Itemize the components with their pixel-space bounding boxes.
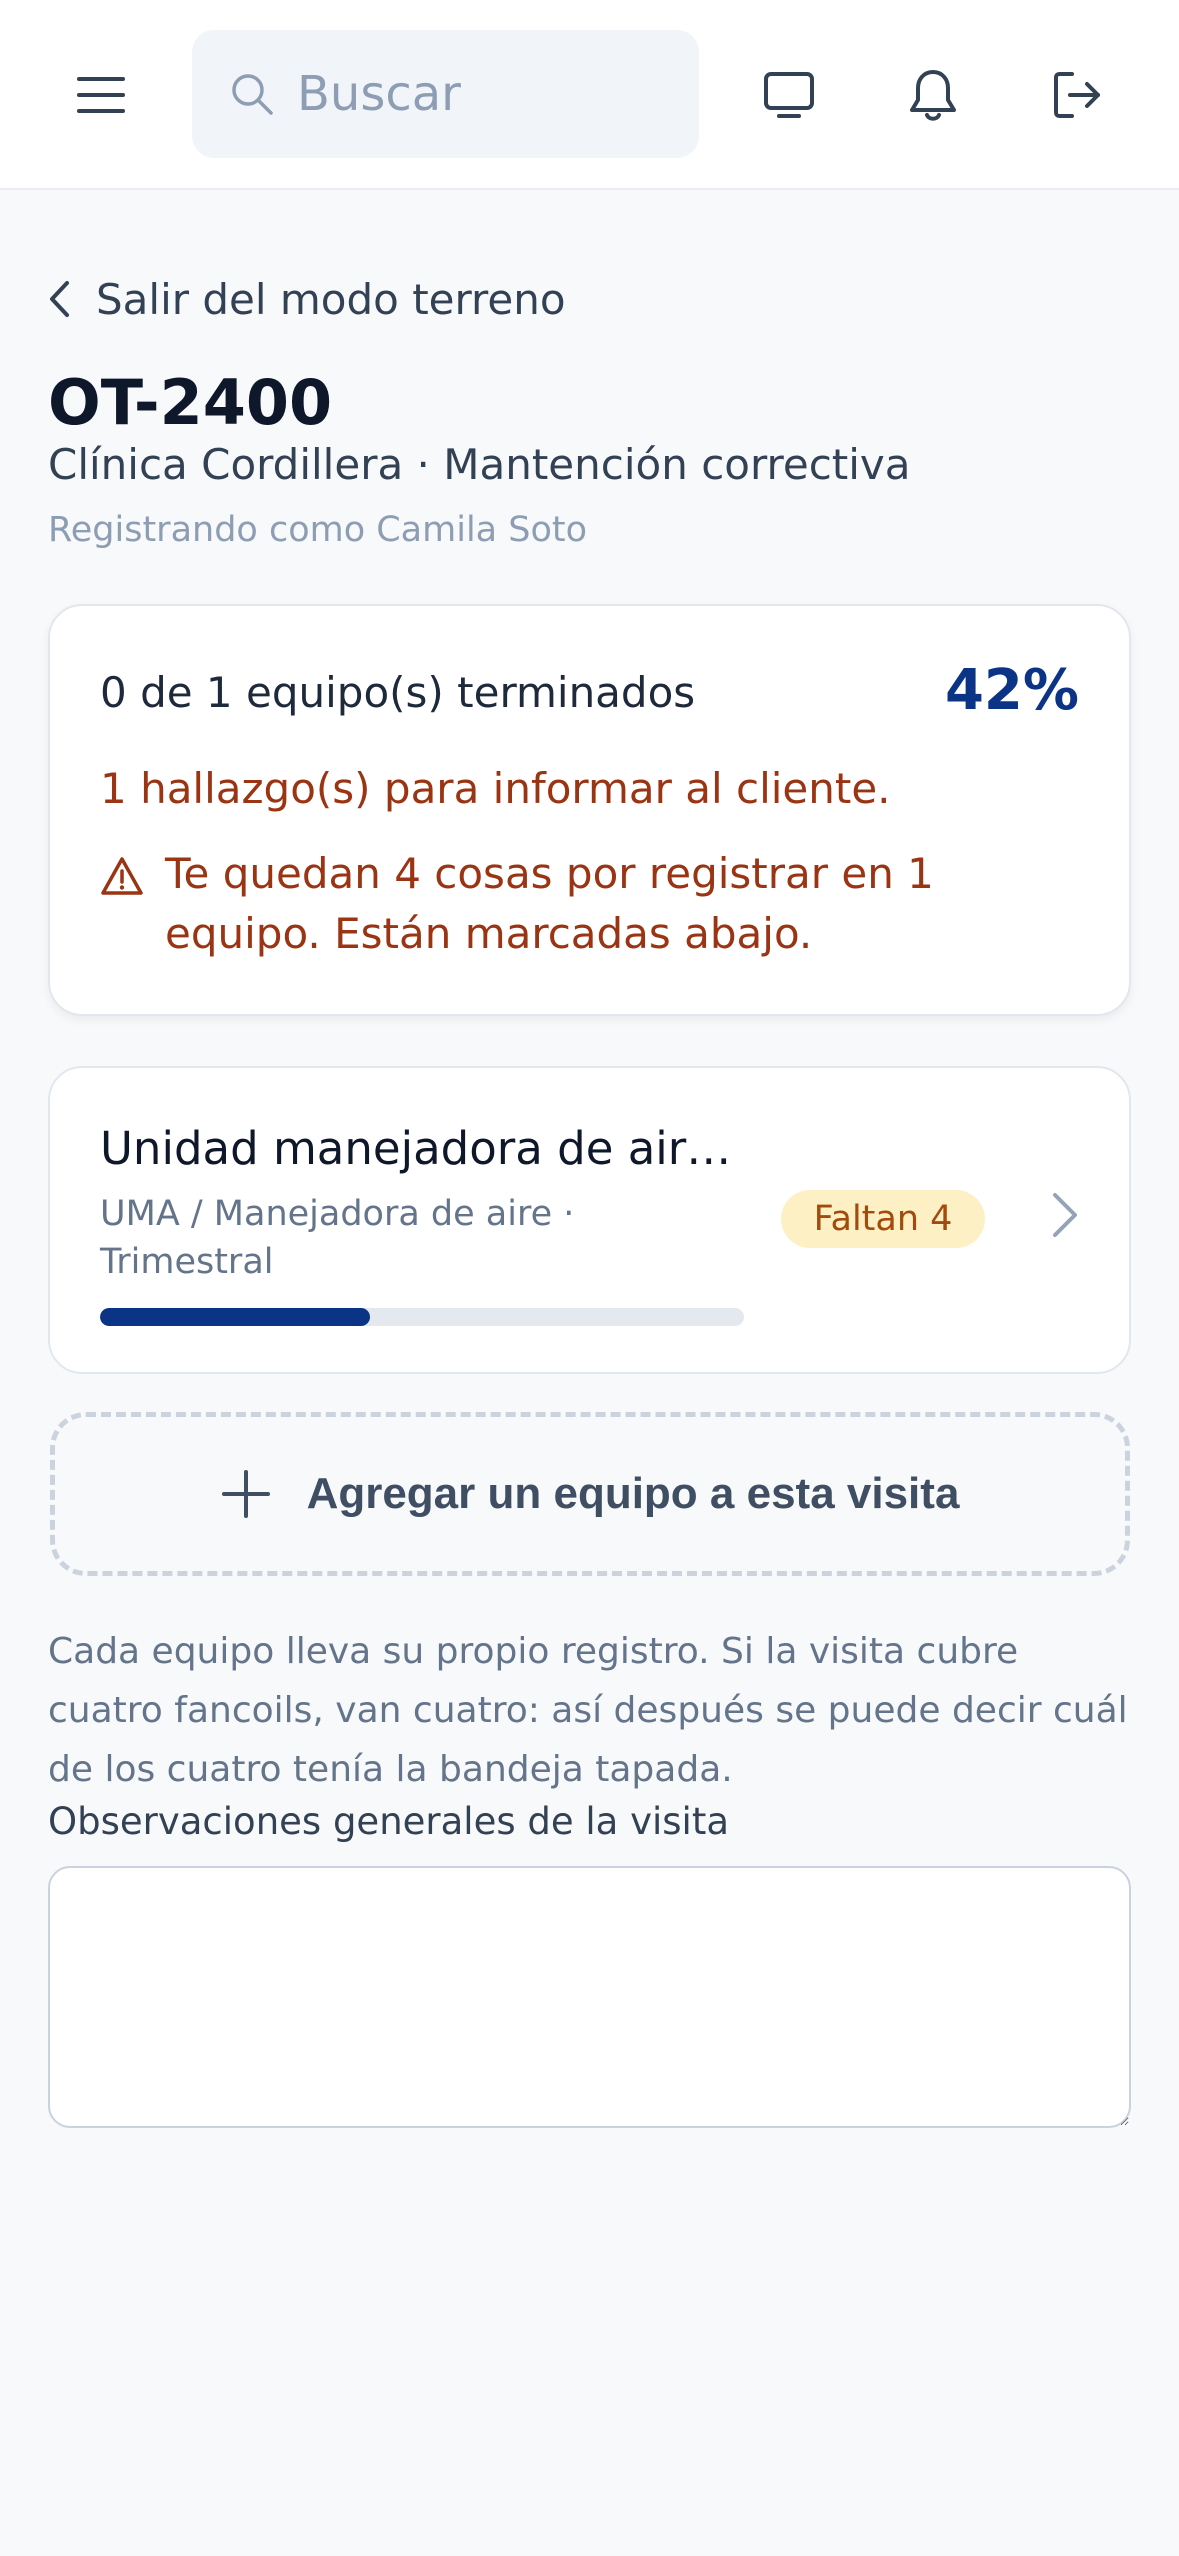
chevron-right-icon (1053, 1193, 1077, 1237)
progress-summary-card: 0 de 1 equipo(s) terminados 42% 1 hallaz… (48, 604, 1131, 1016)
plus-icon (221, 1470, 270, 1518)
recorder-info: Registrando como Camila Soto (48, 510, 588, 550)
equipment-progress-bar (100, 1308, 744, 1326)
pending-items-warning: Te quedan 4 cosas por registrar en 1 equ… (165, 849, 934, 958)
menu-icon (77, 77, 125, 113)
findings-notice: 1 hallazgo(s) para informar al cliente. (100, 764, 891, 813)
logout-button[interactable] (1032, 50, 1122, 140)
status-badge: Faltan 4 (781, 1190, 985, 1248)
menu-button[interactable] (56, 50, 146, 140)
equipment-hint: Cada equipo lleva su propio registro. Si… (48, 1631, 1128, 1790)
chevron-left-icon (50, 281, 69, 317)
progress-percent: 42% (944, 658, 1079, 723)
completed-count: 0 de 1 equipo(s) terminados (100, 668, 696, 717)
exit-field-mode-link[interactable]: Salir del modo terreno (48, 268, 566, 330)
equipment-card[interactable]: Unidad manejadora de air… UMA / Manejado… (48, 1066, 1131, 1374)
order-subtitle: Clínica Cordillera · Mantención correcti… (48, 440, 911, 489)
page-title: OT-2400 (48, 366, 333, 439)
add-equipment-label: Agregar un equipo a esta visita (306, 1469, 960, 1518)
equipment-progress-fill (100, 1308, 371, 1326)
equipment-name: Unidad manejadora de air… (100, 1122, 732, 1175)
notifications-button[interactable] (888, 50, 978, 140)
search-box[interactable] (192, 30, 699, 158)
observations-label: Observaciones generales de la visita (48, 1800, 730, 1843)
logout-icon (1054, 72, 1100, 118)
warning-icon (101, 857, 143, 895)
add-equipment-button[interactable]: Agregar un equipo a esta visita (50, 1412, 1130, 1576)
search-input[interactable] (297, 30, 677, 158)
equipment-meta: UMA / Manejadora de aire · Trimestral (100, 1194, 575, 1282)
exit-field-mode-label: Salir del modo terreno (96, 274, 566, 324)
monitor-button[interactable] (744, 50, 834, 140)
top-bar (0, 0, 1179, 190)
bell-icon (910, 70, 956, 121)
search-icon (232, 74, 273, 115)
observations-textarea[interactable] (48, 1866, 1131, 2128)
monitor-icon (764, 72, 814, 118)
